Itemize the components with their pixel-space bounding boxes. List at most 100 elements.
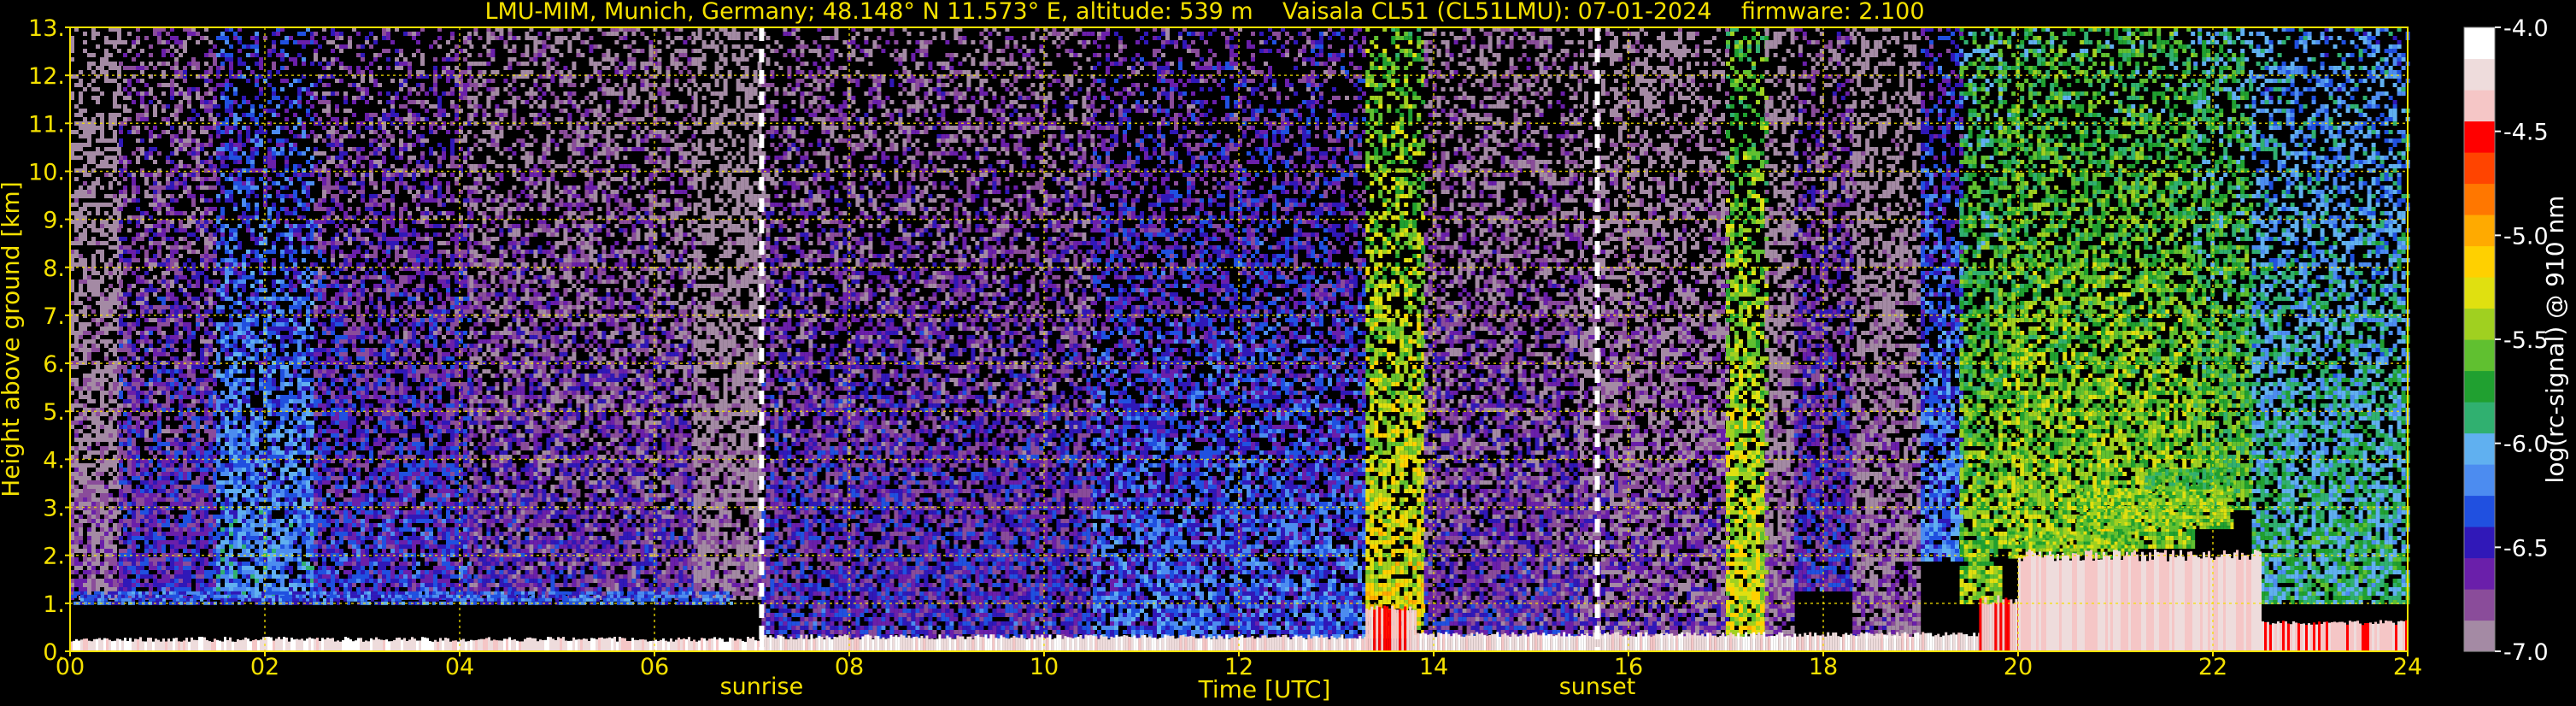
backscatter-cell — [87, 549, 91, 553]
backscatter-cell — [100, 391, 104, 395]
backscatter-cell — [87, 143, 91, 147]
backscatter-cell — [233, 203, 238, 207]
backscatter-cell — [127, 198, 132, 203]
backscatter-cell — [255, 254, 259, 258]
backscatter-cell — [83, 168, 87, 173]
backscatter-cell — [136, 79, 140, 83]
backscatter-cell — [293, 228, 297, 232]
backscatter-cell — [183, 322, 187, 327]
backscatter-cell — [83, 382, 87, 386]
backscatter-cell — [140, 583, 144, 587]
backscatter-cell — [161, 331, 166, 335]
backscatter-cell — [183, 356, 187, 361]
backscatter-cell — [140, 147, 144, 151]
backscatter-cell — [204, 544, 208, 549]
backscatter-cell — [113, 211, 117, 215]
backscatter-cell — [83, 502, 87, 506]
backscatter-cell — [220, 156, 225, 160]
backscatter-cell — [79, 536, 83, 540]
backscatter-cell — [250, 168, 255, 173]
backscatter-cell — [204, 279, 208, 284]
backscatter-cell — [79, 574, 83, 579]
backscatter-cell — [200, 100, 204, 104]
backscatter-cell — [136, 220, 140, 224]
backscatter-cell — [127, 386, 132, 391]
backscatter-cell — [127, 348, 132, 352]
backscatter-cell — [187, 117, 191, 121]
backscatter-cell — [109, 258, 113, 262]
backscatter-cell — [179, 335, 183, 339]
backscatter-cell — [132, 177, 136, 181]
backscatter-cell — [157, 305, 161, 309]
backscatter-cell — [104, 570, 109, 574]
backscatter-cell — [117, 151, 121, 156]
backscatter-cell — [204, 297, 208, 301]
backscatter-cell — [174, 348, 179, 352]
backscatter-cell — [259, 271, 263, 275]
backscatter-cell — [83, 579, 87, 583]
backscatter-cell — [161, 532, 166, 536]
backscatter-cell — [225, 57, 229, 62]
backscatter-cell — [136, 275, 140, 279]
backscatter-cell — [166, 258, 170, 262]
backscatter-cell — [157, 224, 161, 228]
backscatter-cell — [161, 391, 166, 395]
backscatter-cell — [153, 446, 157, 450]
backscatter-cell — [183, 138, 187, 143]
backscatter-cell — [79, 190, 83, 194]
backscatter-cell — [136, 515, 140, 519]
backscatter-cell — [246, 275, 250, 279]
backscatter-cell — [204, 527, 208, 532]
backscatter-cell — [250, 181, 255, 185]
backscatter-cell — [174, 527, 179, 532]
backscatter-cell — [100, 583, 104, 587]
backscatter-cell — [153, 480, 157, 485]
backscatter-cell — [109, 532, 113, 536]
backscatter-cell — [225, 241, 229, 245]
backscatter-cell — [91, 532, 96, 536]
backscatter-cell — [83, 228, 87, 232]
backscatter-cell — [225, 164, 229, 168]
backscatter-cell — [187, 557, 191, 562]
backscatter-cell — [161, 40, 166, 44]
backscatter-cell — [233, 279, 238, 284]
backscatter-cell — [306, 113, 310, 117]
backscatter-cell — [149, 305, 153, 309]
backscatter-cell — [157, 279, 161, 284]
backscatter-cell — [191, 566, 196, 570]
backscatter-cell — [246, 113, 250, 117]
backscatter-cell — [229, 147, 233, 151]
backscatter-cell — [259, 254, 263, 258]
backscatter-cell — [229, 271, 233, 275]
backscatter-cell — [289, 104, 293, 109]
backscatter-cell — [100, 318, 104, 322]
backscatter-cell — [83, 374, 87, 378]
backscatter-cell — [204, 245, 208, 250]
backscatter-cell — [208, 211, 213, 215]
backscatter-cell — [242, 181, 246, 185]
backscatter-cell — [153, 207, 157, 211]
backscatter-cell — [200, 378, 204, 382]
backscatter-cell — [96, 416, 100, 421]
backscatter-cell — [183, 506, 187, 510]
backscatter-cell — [109, 549, 113, 553]
backscatter-cell — [200, 185, 204, 190]
backscatter-cell — [149, 532, 153, 536]
backscatter-cell — [140, 138, 144, 143]
backscatter-cell — [100, 301, 104, 305]
backscatter-cell — [153, 403, 157, 408]
backscatter-cell — [113, 138, 117, 143]
backscatter-cell — [109, 497, 113, 502]
backscatter-cell — [132, 378, 136, 382]
backscatter-cell — [179, 70, 183, 74]
backscatter-cell — [100, 113, 104, 117]
backscatter-cell — [109, 527, 113, 532]
backscatter-cell — [187, 485, 191, 489]
backscatter-cell — [272, 32, 276, 36]
backscatter-cell — [204, 241, 208, 245]
backscatter-cell — [113, 44, 117, 49]
backscatter-cell — [140, 232, 144, 237]
backscatter-cell — [179, 438, 183, 442]
backscatter-cell — [170, 395, 174, 399]
backscatter-cell — [161, 386, 166, 391]
